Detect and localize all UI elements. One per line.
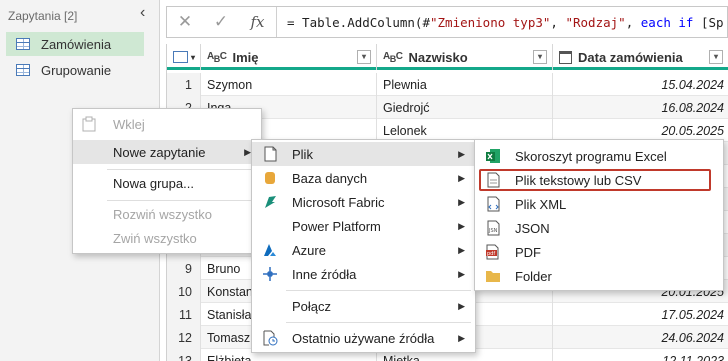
cell-data-zamowienia[interactable]: 24.06.2024 (553, 326, 728, 349)
menu-item-new-group[interactable]: Nowa grupa... (73, 171, 261, 195)
submenu-arrow-icon: ▶ (458, 196, 465, 207)
menu-item-azure[interactable]: Azure ▶ (252, 238, 475, 262)
pdf-icon: pdf (485, 244, 501, 260)
row-number[interactable]: 13 (167, 349, 201, 361)
context-menu: Wklej Nowe zapytanie ▶ Nowa grupa... Roz… (72, 108, 262, 254)
text-type-icon: ABC (383, 50, 403, 64)
paste-icon (81, 116, 97, 132)
folder-icon (485, 268, 501, 284)
menu-item-excel-workbook[interactable]: Skoroszyt programu Excel (475, 144, 723, 168)
filter-dropdown-icon[interactable]: ▾ (709, 50, 723, 64)
collapse-pane-icon[interactable]: ‹ (140, 4, 145, 22)
menu-item-new-query[interactable]: Nowe zapytanie ▶ (73, 140, 261, 164)
svg-text:JSN: JSN (488, 228, 498, 234)
query-item-grupowanie[interactable]: Grupowanie (6, 58, 144, 82)
column-title: Nazwisko (408, 49, 468, 65)
query-label: Zamówienia (41, 36, 112, 52)
cell-data-zamowienia[interactable]: 15.04.2024 (553, 73, 728, 96)
query-item-zamowienia[interactable]: Zamówienia (6, 32, 144, 56)
menu-item-combine[interactable]: Połącz ▶ (252, 294, 475, 318)
submenu-arrow-icon: ▶ (458, 148, 465, 159)
menu-item-json[interactable]: JSN JSON (475, 216, 723, 240)
column-header-nazwisko[interactable]: ABC Nazwisko ▾ (377, 44, 553, 70)
filter-dropdown-icon[interactable]: ▾ (533, 50, 547, 64)
file-submenu: Skoroszyt programu Excel Plik tekstowy l… (474, 139, 724, 291)
menu-separator (286, 322, 471, 323)
submenu-arrow-icon: ▶ (458, 220, 465, 231)
submenu-arrow-icon: ▶ (458, 332, 465, 343)
menu-item-expand-all[interactable]: Rozwiń wszystko (73, 202, 261, 226)
svg-text:pdf: pdf (487, 251, 495, 257)
table-icon (16, 64, 30, 76)
table-icon (16, 38, 30, 50)
cell-imie[interactable]: Szymon (201, 73, 377, 96)
highlight-box (479, 169, 711, 191)
menu-item-collapse-all[interactable]: Zwiń wszystko (73, 226, 261, 250)
menu-separator (286, 290, 471, 291)
menu-separator (107, 200, 257, 201)
cancel-formula-icon[interactable]: ✕ (167, 12, 203, 32)
menu-item-other-sources[interactable]: Inne źródła ▶ (252, 262, 475, 286)
queries-header: Zapytania [2] (8, 9, 78, 23)
formula-bar: ✕ ✓ fx = Table.AddColumn(#"Zmieniono typ… (166, 6, 728, 38)
database-icon (262, 170, 278, 186)
confirm-formula-icon[interactable]: ✓ (203, 12, 239, 32)
column-header-data[interactable]: Data zamówienia ▾ (553, 44, 728, 70)
submenu-arrow-icon: ▶ (458, 300, 465, 311)
other-sources-icon (262, 266, 278, 282)
date-type-icon (559, 50, 572, 64)
cell-data-zamowienia[interactable]: 12.11.2023 (553, 349, 728, 361)
menu-item-file[interactable]: Plik ▶ (252, 142, 475, 166)
menu-item-paste[interactable]: Wklej (73, 112, 261, 136)
excel-icon (485, 148, 501, 164)
fx-icon[interactable]: fx (239, 7, 277, 37)
menu-separator (107, 169, 257, 170)
submenu-arrow-icon: ▶ (458, 244, 465, 255)
menu-item-recent-sources[interactable]: Ostatnio używane źródła ▶ (252, 326, 475, 350)
menu-item-power-platform[interactable]: Power Platform ▶ (252, 214, 475, 238)
file-icon (262, 146, 278, 162)
source-submenu: Plik ▶ Baza danych ▶ Microsoft Fabric ▶ … (251, 139, 476, 353)
menu-item-microsoft-fabric[interactable]: Microsoft Fabric ▶ (252, 190, 475, 214)
row-number[interactable]: 1 (167, 73, 201, 96)
menu-item-database[interactable]: Baza danych ▶ (252, 166, 475, 190)
menu-item-pdf[interactable]: pdf PDF (475, 240, 723, 264)
filter-dropdown-icon[interactable]: ▾ (357, 50, 371, 64)
row-number[interactable]: 12 (167, 326, 201, 349)
submenu-arrow-icon: ▶ (458, 268, 465, 279)
cell-nazwisko[interactable]: Plewnia (377, 73, 553, 96)
table-menu-button[interactable]: ▾ (167, 44, 201, 70)
table-menu-icon (173, 51, 188, 63)
column-title: Data zamówienia (578, 49, 683, 65)
row-number[interactable]: 9 (167, 257, 201, 280)
cell-nazwisko[interactable]: Giedrojć (377, 96, 553, 119)
row-number[interactable]: 10 (167, 280, 201, 303)
row-number[interactable]: 11 (167, 303, 201, 326)
cell-data-zamowienia[interactable]: 17.05.2024 (553, 303, 728, 326)
column-header-imie[interactable]: ABC Imię ▾ (201, 44, 377, 70)
text-type-icon: ABC (207, 50, 227, 64)
submenu-arrow-icon: ▶ (244, 146, 251, 157)
cell-data-zamowienia[interactable]: 16.08.2024 (553, 96, 728, 119)
column-title: Imię (232, 49, 259, 65)
query-label: Grupowanie (41, 62, 112, 78)
formula-input[interactable]: = Table.AddColumn(#"Zmieniono typ3", "Ro… (277, 15, 724, 30)
recent-sources-icon (262, 330, 278, 346)
submenu-arrow-icon: ▶ (458, 172, 465, 183)
menu-item-xml[interactable]: Plik XML (475, 192, 723, 216)
grid-header: ▾ ABC Imię ▾ ABC Nazwisko ▾ Data zamówie… (167, 44, 728, 70)
azure-icon (262, 242, 278, 258)
table-row: 1 Szymon Plewnia 15.04.2024 (167, 73, 728, 96)
xml-icon (485, 196, 501, 212)
menu-item-folder[interactable]: Folder (475, 264, 723, 288)
fabric-icon (262, 194, 278, 210)
json-icon: JSN (485, 220, 501, 236)
